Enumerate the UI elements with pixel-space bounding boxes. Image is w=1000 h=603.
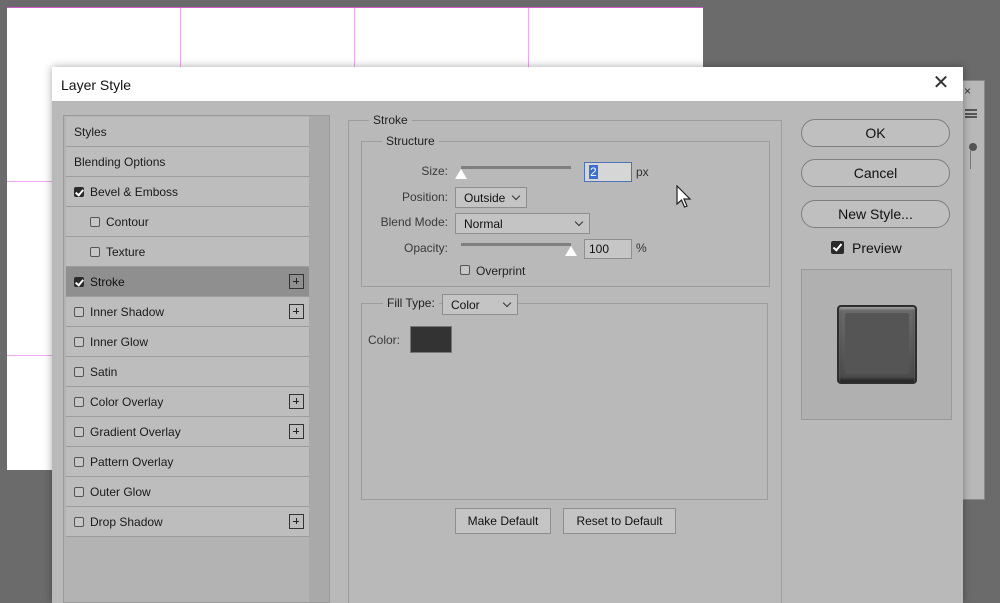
new-style-button[interactable]: New Style... bbox=[801, 200, 950, 228]
panel-dot-icon bbox=[969, 143, 977, 151]
ok-button[interactable]: OK bbox=[801, 119, 950, 147]
reset-to-default-button[interactable]: Reset to Default bbox=[563, 508, 676, 534]
style-list-item[interactable]: Styles bbox=[66, 117, 310, 147]
chevron-down-icon bbox=[511, 191, 521, 201]
opacity-label: Opacity: bbox=[403, 241, 448, 255]
panel-menu-icon[interactable] bbox=[965, 109, 977, 118]
style-list-item[interactable]: Satin bbox=[66, 357, 310, 387]
style-list-item[interactable]: Stroke bbox=[66, 267, 310, 297]
color-swatch[interactable] bbox=[410, 326, 452, 353]
opacity-unit: % bbox=[636, 241, 647, 255]
blend-mode-dropdown[interactable]: Normal bbox=[455, 213, 590, 234]
overprint-checkbox[interactable] bbox=[460, 265, 470, 275]
style-checkbox[interactable] bbox=[74, 367, 84, 377]
fill-type-label: Fill Type: bbox=[383, 296, 439, 310]
opacity-input[interactable]: 100 bbox=[584, 239, 632, 259]
style-list-item-label: Blending Options bbox=[74, 155, 166, 169]
structure-group-title: Structure bbox=[382, 134, 439, 148]
overprint-label: Overprint bbox=[476, 264, 526, 278]
style-list-item[interactable]: Pattern Overlay bbox=[66, 447, 310, 477]
style-list-item[interactable]: Inner Shadow bbox=[66, 297, 310, 327]
position-value: Outside bbox=[464, 191, 506, 205]
style-list-item[interactable]: Gradient Overlay bbox=[66, 417, 310, 447]
dialog-title: Layer Style bbox=[61, 77, 132, 93]
add-icon[interactable] bbox=[289, 424, 304, 439]
panel-divider bbox=[970, 151, 971, 169]
style-checkbox[interactable] bbox=[74, 457, 84, 467]
style-list-item-label: Drop Shadow bbox=[90, 515, 163, 529]
opacity-value: 100 bbox=[589, 242, 610, 256]
style-list-item-label: Inner Glow bbox=[90, 335, 149, 349]
stroke-group-title: Stroke bbox=[369, 113, 412, 127]
close-icon[interactable]: ✕ bbox=[929, 72, 953, 96]
style-list-item[interactable]: Outer Glow bbox=[66, 477, 310, 507]
preview-thumbnail bbox=[837, 305, 917, 384]
preview-checkbox[interactable] bbox=[831, 241, 844, 254]
size-label: Size: bbox=[421, 164, 448, 178]
panel-close-icon[interactable]: × bbox=[964, 84, 971, 98]
style-list-item[interactable]: Inner Glow bbox=[66, 327, 310, 357]
chevron-down-icon bbox=[502, 298, 512, 308]
style-list-item-label: Satin bbox=[90, 365, 118, 379]
opacity-slider-thumb[interactable] bbox=[565, 246, 577, 256]
preview-label: Preview bbox=[852, 240, 902, 256]
style-list-item[interactable]: Drop Shadow bbox=[66, 507, 310, 537]
style-list-item-label: Outer Glow bbox=[90, 485, 151, 499]
style-list-item[interactable]: Color Overlay bbox=[66, 387, 310, 417]
style-checkbox[interactable] bbox=[74, 277, 84, 287]
add-icon[interactable] bbox=[289, 274, 304, 289]
style-list-item-label: Bevel & Emboss bbox=[90, 185, 179, 199]
opacity-slider[interactable] bbox=[461, 243, 571, 246]
style-checkbox[interactable] bbox=[74, 337, 84, 347]
style-list-item[interactable]: Bevel & Emboss bbox=[66, 177, 310, 207]
style-list-item-label: Texture bbox=[106, 245, 146, 259]
style-checkbox[interactable] bbox=[74, 427, 84, 437]
size-unit: px bbox=[636, 165, 649, 179]
blend-mode-value: Normal bbox=[464, 217, 503, 231]
size-value: 2 bbox=[589, 165, 598, 179]
style-checkbox[interactable] bbox=[74, 397, 84, 407]
size-input[interactable]: 2 bbox=[584, 162, 632, 182]
style-list-item-label: Styles bbox=[74, 125, 107, 139]
style-list-item-label: Stroke bbox=[90, 275, 125, 289]
style-checkbox[interactable] bbox=[74, 487, 84, 497]
style-checkbox[interactable] bbox=[74, 187, 84, 197]
layer-style-dialog: Layer Style ✕ Styles Blending Options Beve… bbox=[52, 67, 963, 603]
position-label: Position: bbox=[401, 190, 448, 204]
style-checkbox[interactable] bbox=[90, 247, 100, 257]
add-icon[interactable] bbox=[289, 304, 304, 319]
blend-mode-label: Blend Mode: bbox=[380, 215, 448, 229]
add-icon[interactable] bbox=[289, 514, 304, 529]
style-list-item-label: Inner Shadow bbox=[90, 305, 165, 319]
style-checkbox[interactable] bbox=[74, 307, 84, 317]
style-list-item-label: Color Overlay bbox=[90, 395, 164, 409]
mouse-cursor-icon bbox=[676, 185, 692, 208]
color-label: Color: bbox=[368, 333, 401, 347]
style-list-item-label: Contour bbox=[106, 215, 149, 229]
make-default-button[interactable]: Make Default bbox=[455, 508, 551, 534]
style-checkbox[interactable] bbox=[74, 517, 84, 527]
style-checkbox[interactable] bbox=[90, 217, 100, 227]
dialog-titlebar: Layer Style ✕ bbox=[52, 67, 963, 101]
cancel-button[interactable]: Cancel bbox=[801, 159, 950, 187]
style-list-item[interactable]: Contour bbox=[66, 207, 310, 237]
add-icon[interactable] bbox=[289, 394, 304, 409]
style-list-item-label: Gradient Overlay bbox=[90, 425, 181, 439]
style-list-item[interactable]: Blending Options bbox=[66, 147, 310, 177]
fill-type-dropdown[interactable]: Color bbox=[442, 294, 518, 315]
preview-box bbox=[801, 269, 952, 420]
size-slider-thumb[interactable] bbox=[455, 169, 467, 179]
style-list-item[interactable]: Texture bbox=[66, 237, 310, 267]
fill-type-value: Color bbox=[451, 298, 480, 312]
chevron-down-icon bbox=[574, 217, 584, 227]
size-slider[interactable] bbox=[461, 166, 571, 169]
style-list: Styles Blending Options Bevel & Emboss Cont… bbox=[63, 115, 330, 603]
style-list-item-label: Pattern Overlay bbox=[90, 455, 174, 469]
list-scrollbar[interactable] bbox=[309, 116, 329, 602]
position-dropdown[interactable]: Outside bbox=[455, 187, 527, 208]
